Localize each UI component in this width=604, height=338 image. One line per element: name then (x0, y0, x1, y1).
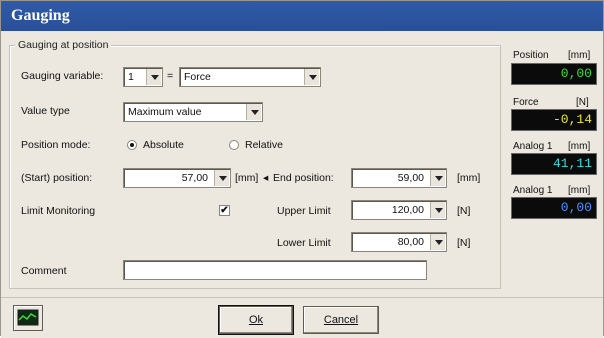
analog1-readout: 41,11 (511, 153, 597, 175)
analog1-readout-label: Analog 1 (513, 141, 553, 152)
gauging-variable-label: Gauging variable: (21, 70, 104, 82)
chart-icon (17, 309, 39, 326)
position-readout-unit: [mm] (568, 50, 591, 61)
chevron-down-icon[interactable] (430, 234, 445, 250)
analog2-readout-label: Analog 1 (513, 185, 553, 196)
group-legend: Gauging at position (15, 39, 112, 51)
value-type-label: Value type (21, 105, 70, 117)
cancel-button[interactable]: Cancel (303, 306, 379, 334)
upper-limit-value: 120,00 (391, 204, 424, 216)
value-type-select[interactable]: Maximum value (123, 102, 263, 122)
chevron-down-icon[interactable] (214, 170, 229, 186)
chevron-down-icon[interactable] (304, 69, 319, 85)
gauging-variable-index-value: 1 (128, 71, 134, 83)
chevron-down-icon[interactable] (146, 69, 161, 85)
position-readout-label: Position (513, 50, 549, 61)
button-bar (1, 297, 603, 338)
force-readout-unit: [N] (576, 97, 589, 108)
force-readout-label: Force (513, 97, 539, 108)
end-position-value: 59,00 (397, 172, 424, 184)
equals-sign: = (167, 70, 174, 82)
upper-limit-field[interactable]: 120,00 (351, 200, 447, 220)
start-position-unit: [mm] (235, 172, 259, 184)
chevron-down-icon[interactable] (430, 170, 445, 186)
chevron-down-icon[interactable] (246, 104, 261, 120)
limit-monitoring-checkbox[interactable]: ✔ (219, 205, 230, 216)
gauging-window: Gauging Gauging at position Gauging vari… (0, 0, 604, 338)
chevron-down-icon[interactable] (430, 202, 445, 218)
start-position-label: (Start) position: (21, 172, 93, 184)
start-position-value: 57,00 (181, 172, 208, 184)
upper-limit-label: Upper Limit (277, 205, 331, 217)
position-mode-absolute-label[interactable]: Absolute (143, 139, 184, 151)
lower-limit-label: Lower Limit (277, 237, 331, 249)
upper-limit-unit: [N] (457, 205, 471, 217)
comment-label: Comment (21, 265, 67, 277)
lower-limit-value: 80,00 (397, 236, 424, 248)
position-mode-relative-label[interactable]: Relative (245, 139, 283, 151)
lower-limit-field[interactable]: 80,00 (351, 232, 447, 252)
analog1-readout-unit: [mm] (568, 141, 591, 152)
analog2-readout: 0,00 (511, 197, 597, 219)
start-position-field[interactable]: 57,00 (123, 168, 231, 188)
lower-limit-unit: [N] (457, 237, 471, 249)
end-position-field[interactable]: 59,00 (351, 168, 447, 188)
limit-monitoring-label: Limit Monitoring (21, 205, 96, 217)
ok-button[interactable]: Ok (218, 305, 294, 335)
gauging-variable-index-select[interactable]: 1 (123, 67, 163, 87)
cancel-button-label: Cancel (323, 314, 359, 326)
gauging-variable-value: Force (184, 71, 211, 83)
chart-button[interactable] (13, 305, 43, 331)
force-readout: -0,14 (511, 109, 597, 131)
end-position-label: End position: (273, 172, 334, 184)
analog2-readout-unit: [mm] (568, 185, 591, 196)
position-readout: 0,00 (511, 63, 597, 85)
window-title: Gauging (1, 1, 603, 31)
position-mode-label: Position mode: (21, 139, 91, 151)
end-position-unit: [mm] (457, 172, 481, 184)
value-type-value: Maximum value (128, 106, 202, 118)
ok-button-label: Ok (248, 314, 264, 326)
position-mode-absolute-radio[interactable] (127, 140, 137, 150)
position-mode-relative-radio[interactable] (229, 140, 239, 150)
gauging-variable-select[interactable]: Force (179, 67, 321, 87)
end-position-marker-icon: ◂ (263, 172, 269, 184)
comment-input[interactable] (123, 260, 427, 280)
